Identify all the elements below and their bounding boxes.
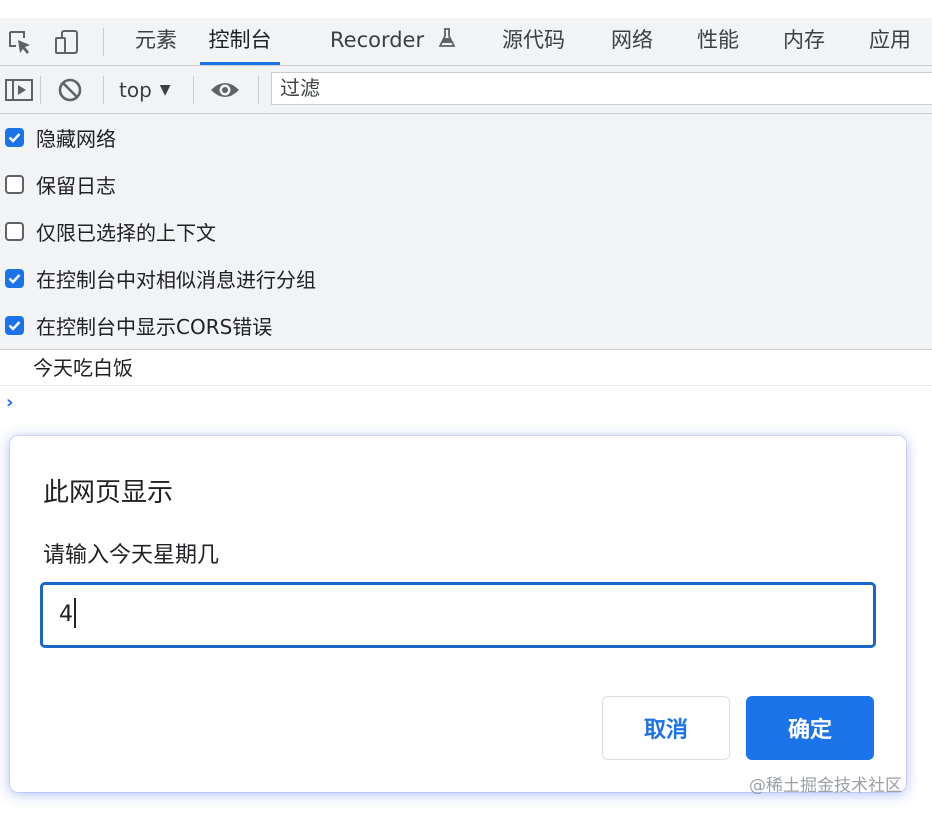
devtools-window: 元素 控制台 Recorder 源代码 网络 性能 内存 应用 top ▼ 过滤… [0,0,932,816]
toolbar-divider [103,28,104,56]
setting-selected-context-only[interactable]: 仅限已选择的上下文 [5,216,216,246]
flask-icon [438,19,456,64]
setting-group-similar[interactable]: 在控制台中对相似消息进行分组 [5,263,316,293]
tab-console[interactable]: 控制台 [200,18,280,65]
context-selector[interactable]: top ▼ [119,74,171,105]
toolbar-divider [193,76,194,104]
prompt-dialog: 此网页显示 请输入今天星期几 4 取消 确定 [10,436,906,792]
filter-input[interactable]: 过滤 [271,72,932,105]
checkbox-unchecked[interactable] [5,174,24,194]
dropdown-arrow-icon: ▼ [159,81,171,98]
tab-performance[interactable]: 性能 [697,18,739,65]
setting-preserve-log[interactable]: 保留日志 [5,169,116,199]
console-log-message: 今天吃白饭 [0,350,932,386]
chevron-right-icon[interactable]: › [6,392,13,413]
checkbox-checked[interactable] [5,127,24,147]
checkbox-unchecked[interactable] [5,221,24,241]
dialog-message: 请输入今天星期几 [43,543,220,568]
checkbox-checked[interactable] [5,268,24,288]
device-toolbar-icon[interactable] [51,26,83,58]
text-caret [74,598,76,628]
dialog-title: 此网页显示 [43,478,174,508]
tab-application[interactable]: 应用 [869,18,911,65]
toolbar-divider [40,76,41,104]
watermark: @稀土掘金技术社区 [749,776,902,796]
setting-hide-network[interactable]: 隐藏网络 [5,122,116,152]
inspect-element-icon[interactable] [4,26,36,58]
setting-show-cors-errors[interactable]: 在控制台中显示CORS错误 [5,310,272,340]
live-expression-eye-icon[interactable] [208,74,242,105]
checkbox-checked[interactable] [5,315,24,335]
tab-sources[interactable]: 源代码 [502,18,565,65]
console-toolbar: top ▼ 过滤 [0,66,932,114]
ok-button[interactable]: 确定 [746,696,874,760]
context-label: top [119,77,152,102]
dialog-input[interactable]: 4 [40,582,876,648]
tab-elements[interactable]: 元素 [135,18,177,65]
tab-network[interactable]: 网络 [611,18,653,65]
cancel-button[interactable]: 取消 [602,696,730,760]
tab-recorder[interactable]: Recorder [330,18,456,65]
toolbar-divider [258,76,259,104]
devtools-tab-bar: 元素 控制台 Recorder 源代码 网络 性能 内存 应用 [0,18,932,66]
console-settings-panel: 隐藏网络 保留日志 仅限已选择的上下文 在控制台中对相似消息进行分组 在控制台中… [0,114,932,350]
clear-console-icon[interactable] [54,74,86,105]
toolbar-divider [103,76,104,104]
tab-memory[interactable]: 内存 [783,18,825,65]
sidebar-toggle-icon[interactable] [2,74,36,105]
